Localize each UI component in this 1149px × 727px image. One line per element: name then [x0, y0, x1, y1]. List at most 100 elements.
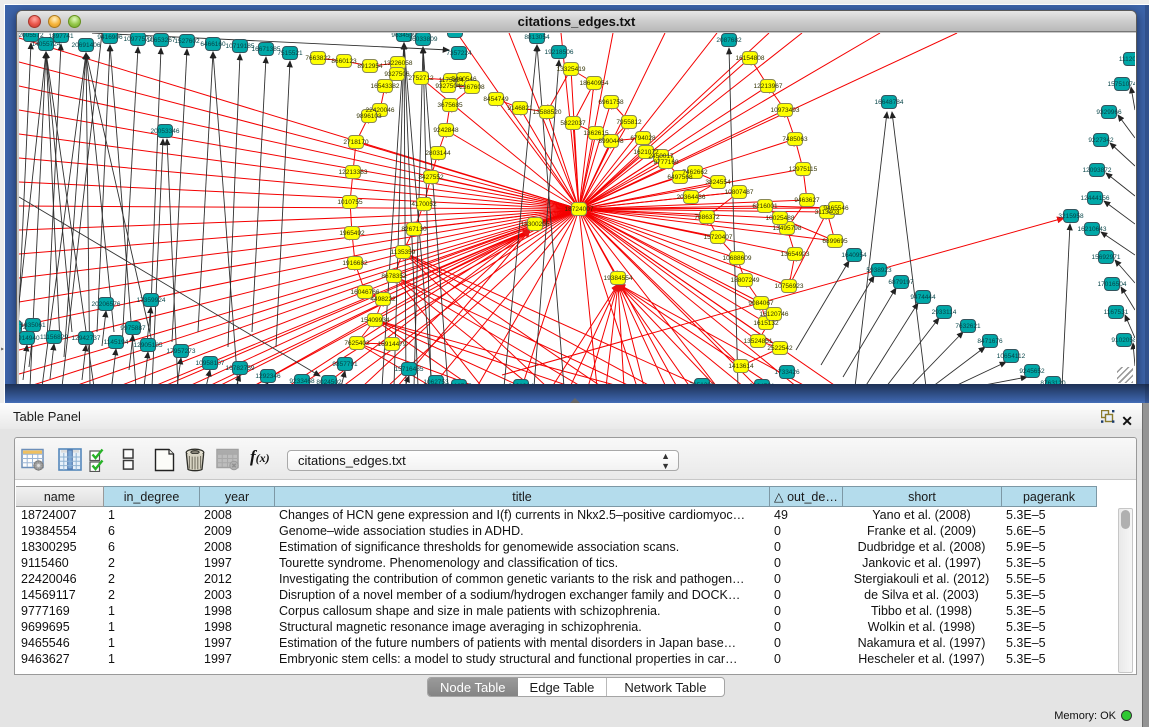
svg-text:10958107: 10958107 [196, 360, 225, 367]
svg-text:16914479: 16914479 [378, 341, 407, 348]
svg-text:2367608: 2367608 [459, 84, 485, 91]
svg-text:1640954: 1640954 [841, 252, 867, 259]
svg-text:16782759: 16782759 [226, 365, 255, 372]
svg-text:9975887: 9975887 [120, 325, 146, 332]
svg-text:14055724: 14055724 [32, 41, 61, 48]
svg-text:3824554: 3824554 [705, 179, 731, 186]
svg-text:10654112: 10654112 [997, 353, 1026, 360]
svg-text:16046766: 16046766 [351, 289, 380, 296]
svg-text:6879197: 6879197 [888, 279, 914, 286]
svg-text:9102058: 9102058 [1111, 337, 1135, 344]
svg-text:8990448: 8990448 [598, 138, 624, 145]
svg-text:9227342: 9227342 [1088, 137, 1114, 144]
svg-text:5822037: 5822037 [560, 120, 586, 127]
svg-text:7462662: 7462662 [682, 169, 708, 176]
svg-text:1413614: 1413614 [728, 363, 754, 370]
svg-text:6961758: 6961758 [598, 99, 624, 106]
svg-text:7625402: 7625402 [344, 340, 370, 347]
svg-text:7515521: 7515521 [277, 50, 303, 57]
svg-text:17016504: 17016504 [1098, 281, 1127, 288]
svg-text:6466160: 6466160 [200, 41, 226, 48]
svg-text:12942737: 12942737 [72, 335, 101, 342]
svg-text:1292346: 1292346 [255, 373, 281, 380]
svg-text:9329966: 9329966 [1096, 109, 1122, 116]
svg-text:20691406: 20691406 [72, 42, 101, 49]
svg-text:9245652: 9245652 [1019, 368, 1045, 375]
svg-text:9465546: 9465546 [823, 205, 849, 212]
svg-text:12905185: 12905185 [134, 342, 163, 349]
svg-text:2522542: 2522542 [767, 345, 793, 352]
svg-text:10653267: 10653267 [147, 37, 176, 44]
svg-text:7485063: 7485063 [782, 136, 808, 143]
svg-text:4170052: 4170052 [411, 201, 437, 208]
svg-text:15409934: 15409934 [361, 317, 390, 324]
svg-text:13226058: 13226058 [384, 60, 413, 67]
svg-text:3914940: 3914940 [19, 335, 40, 342]
svg-text:8267130: 8267130 [401, 226, 427, 233]
svg-text:15716485: 15716485 [395, 366, 424, 373]
svg-text:3215958: 3215958 [1058, 213, 1084, 220]
svg-text:18807249: 18807249 [731, 277, 760, 284]
svg-text:18724007: 18724007 [565, 206, 594, 213]
svg-text:13654923: 13654923 [781, 251, 810, 258]
svg-text:8471676: 8471676 [977, 338, 1003, 345]
svg-text:18640954: 18640954 [580, 80, 609, 87]
svg-text:1167531: 1167531 [1104, 309, 1129, 316]
svg-text:5938923: 5938923 [866, 267, 892, 274]
svg-text:4498222: 4498222 [370, 296, 396, 303]
svg-text:9416906: 9416906 [97, 34, 123, 41]
svg-text:1733426: 1733426 [774, 369, 800, 376]
svg-text:7357224: 7357224 [446, 50, 472, 57]
svg-text:10807487: 10807487 [725, 189, 754, 196]
svg-text:19384554: 19384554 [604, 275, 633, 282]
svg-text:12975115: 12975115 [789, 166, 818, 173]
svg-text:15720407: 15720407 [704, 234, 733, 241]
svg-text:16543382: 16543382 [371, 83, 400, 90]
svg-text:16120746: 16120746 [760, 311, 789, 318]
svg-text:8678352: 8678352 [381, 273, 407, 280]
svg-text:16210643: 16210643 [1078, 226, 1107, 233]
svg-text:15692971: 15692971 [1092, 254, 1121, 261]
svg-text:2803144: 2803144 [425, 150, 451, 157]
svg-text:11156829: 11156829 [40, 334, 68, 341]
svg-text:6899695: 6899695 [822, 238, 848, 245]
svg-text:10756923: 10756923 [775, 283, 804, 290]
svg-text:3675685: 3675685 [437, 102, 463, 109]
svg-text:7663822: 7663822 [305, 55, 331, 62]
svg-text:12213383: 12213383 [339, 169, 368, 176]
svg-text:20364436: 20364436 [677, 194, 706, 201]
svg-text:8427552: 8427552 [418, 174, 444, 181]
svg-text:5460546: 5460546 [451, 76, 477, 83]
svg-text:9242848: 9242848 [433, 127, 459, 134]
svg-text:2933114: 2933114 [932, 309, 957, 316]
svg-text:15751074: 15751074 [1108, 81, 1135, 88]
svg-text:13495798: 13495798 [773, 225, 802, 232]
svg-text:12213967: 12213967 [754, 83, 783, 90]
svg-text:8912954: 8912954 [357, 63, 383, 70]
svg-text:1362615: 1362615 [583, 130, 609, 137]
svg-text:8813054: 8813054 [524, 34, 550, 41]
svg-text:17359924: 17359924 [137, 297, 166, 304]
svg-text:6216001: 6216001 [752, 203, 778, 210]
svg-text:9146821: 9146821 [507, 105, 533, 112]
svg-text:20206576: 20206576 [92, 301, 121, 308]
svg-text:7886372: 7886372 [694, 214, 720, 221]
svg-text:13325419: 13325419 [557, 66, 586, 73]
svg-text:1145194: 1145194 [104, 339, 129, 346]
svg-text:1527602: 1527602 [174, 38, 200, 45]
svg-text:1965492: 1965492 [339, 230, 365, 237]
svg-text:9084067: 9084067 [748, 300, 774, 307]
svg-text:12093872: 12093872 [1083, 167, 1112, 174]
svg-text:9857791: 9857791 [332, 361, 358, 368]
svg-text:1897741: 1897741 [48, 33, 74, 40]
svg-text:1112075: 1112075 [1119, 56, 1135, 63]
svg-text:17957273: 17957273 [167, 348, 196, 355]
svg-text:13524851: 13524851 [744, 338, 773, 345]
svg-text:16648784: 16648784 [875, 99, 904, 106]
svg-text:1135359: 1135359 [391, 249, 416, 256]
svg-text:7955812: 7955812 [616, 119, 642, 126]
svg-text:9463627: 9463627 [794, 197, 820, 204]
svg-text:19218506: 19218506 [545, 49, 574, 56]
svg-text:8454749: 8454749 [483, 96, 509, 103]
svg-text:10973493: 10973493 [771, 107, 800, 114]
